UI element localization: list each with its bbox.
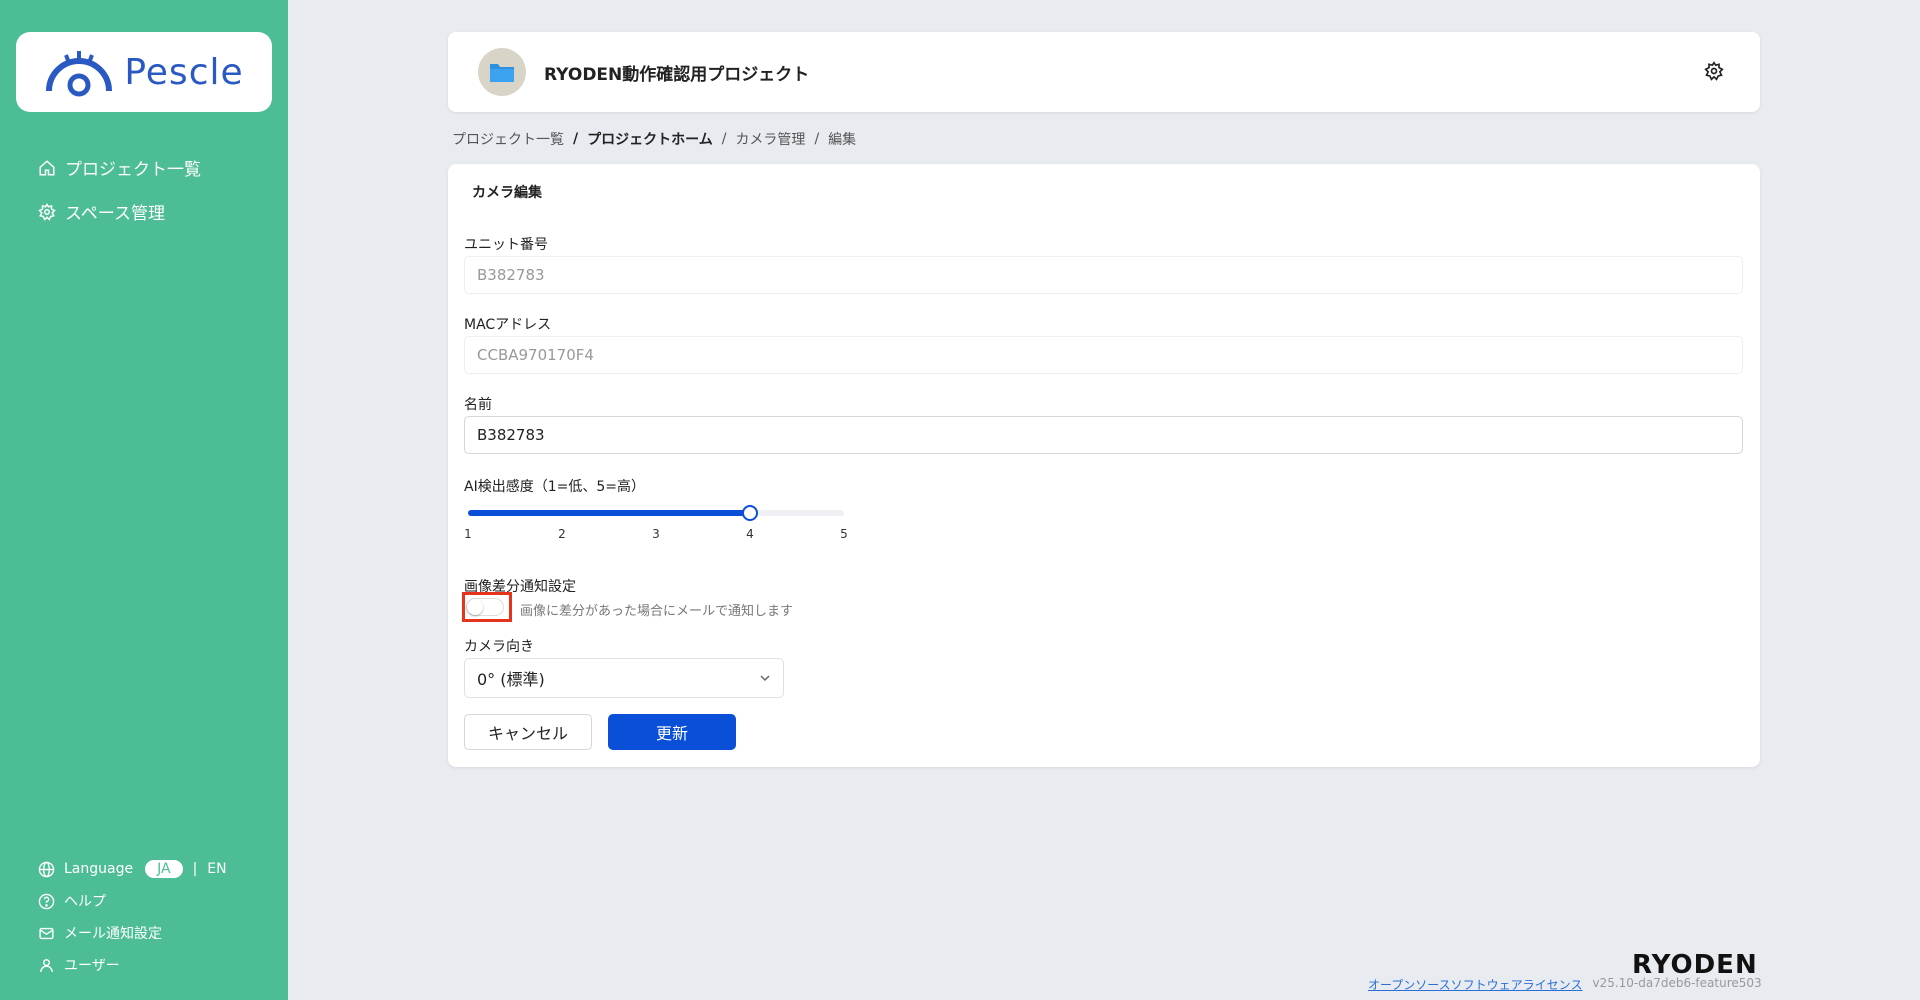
- slider-ticks: 1 2 3 4 5: [464, 527, 848, 543]
- version-text: v25.10-da7deb6-feature503: [1592, 976, 1762, 990]
- footer: オープンソースソフトウェアライセンス v25.10-da7deb6-featur…: [1368, 976, 1762, 993]
- cancel-button[interactable]: キャンセル: [464, 714, 592, 750]
- slider-thumb[interactable]: [742, 505, 758, 521]
- breadcrumb-camera-management[interactable]: カメラ管理: [735, 129, 805, 149]
- sidebar-item-label: プロジェクト一覧: [65, 160, 201, 180]
- unit-number-label: ユニット番号: [464, 237, 548, 253]
- globe-icon: [38, 861, 55, 877]
- toggle-knob: [467, 599, 483, 615]
- breadcrumb-edit: 編集: [828, 132, 857, 148]
- gear-icon: [1704, 61, 1724, 81]
- slider-tick: 1: [464, 527, 472, 541]
- sidebar-item-label: スペース管理: [65, 204, 165, 224]
- slider-tick: 3: [652, 527, 660, 541]
- camera-edit-form: カメラ編集 ユニット番号 MACアドレス 名前 AI検出感度（1=低、5=高） …: [448, 164, 1760, 767]
- sidebar-item-mail[interactable]: メール通知設定: [38, 923, 162, 943]
- form-title: カメラ編集: [472, 185, 542, 201]
- slider-fill: [468, 510, 750, 516]
- sidebar-item-label: メール通知設定: [64, 926, 162, 942]
- image-diff-description: 画像に差分があった場合にメールで通知します: [520, 604, 794, 619]
- orientation-selected-value: 0° (標準): [477, 670, 545, 689]
- update-button[interactable]: 更新: [608, 714, 736, 750]
- chevron-down-icon: [760, 675, 770, 682]
- project-title: RYODEN動作確認用プロジェクト: [544, 65, 810, 85]
- help-circle-icon: [38, 893, 55, 909]
- breadcrumb-project-home[interactable]: プロジェクトホーム: [587, 129, 713, 149]
- unit-number-input: [464, 256, 1743, 294]
- name-label: 名前: [464, 397, 492, 413]
- breadcrumb: プロジェクト一覧 / プロジェクトホーム / カメラ管理 / 編集: [452, 129, 856, 149]
- language-ja-button[interactable]: JA: [145, 860, 183, 878]
- mac-address-label: MACアドレス: [464, 317, 552, 333]
- slider-tick: 4: [746, 527, 754, 541]
- language-en-button[interactable]: EN: [207, 861, 226, 877]
- language-switcher: Language JA | EN: [38, 860, 227, 878]
- language-separator: |: [192, 861, 198, 877]
- sidebar-item-projects[interactable]: プロジェクト一覧: [38, 155, 201, 180]
- sidebar-item-label: ヘルプ: [64, 894, 106, 910]
- sidebar-item-label: ユーザー: [64, 958, 120, 974]
- project-avatar: [478, 48, 526, 96]
- sidebar-item-help[interactable]: ヘルプ: [38, 891, 106, 911]
- sensitivity-slider[interactable]: [468, 505, 844, 521]
- camera-orientation-label: カメラ向き: [464, 639, 534, 655]
- home-icon: [39, 159, 55, 175]
- folder-icon: [490, 64, 514, 82]
- logo-text: Pescle: [124, 51, 244, 93]
- pescle-logo[interactable]: Pescle: [16, 32, 272, 112]
- sidebar-item-user[interactable]: ユーザー: [38, 955, 120, 975]
- sidebar-item-space[interactable]: スペース管理: [38, 199, 165, 224]
- name-input[interactable]: [464, 416, 1743, 454]
- oss-license-link[interactable]: オープンソースソフトウェアライセンス: [1368, 976, 1582, 993]
- slider-tick: 5: [840, 527, 848, 541]
- eye-logo-icon: [46, 51, 113, 97]
- sensitivity-label: AI検出感度（1=低、5=高）: [464, 479, 645, 495]
- camera-orientation-select[interactable]: 0° (標準): [464, 658, 784, 698]
- project-settings-button[interactable]: [1704, 61, 1724, 85]
- breadcrumb-separator: /: [721, 131, 727, 147]
- user-icon: [40, 958, 53, 972]
- slider-tick: 2: [558, 527, 566, 541]
- breadcrumb-separator: /: [814, 131, 820, 147]
- sidebar: Pescle プロジェクト一覧 スペース管理 Language JA | EN …: [0, 0, 288, 1000]
- mail-icon: [39, 927, 54, 939]
- project-header: RYODEN動作確認用プロジェクト: [448, 32, 1760, 112]
- breadcrumb-projects[interactable]: プロジェクト一覧: [452, 129, 564, 149]
- mac-address-input: [464, 336, 1743, 374]
- language-label: Language: [64, 861, 134, 877]
- breadcrumb-separator: /: [573, 131, 579, 147]
- image-diff-toggle[interactable]: [466, 598, 504, 616]
- gear-icon: [38, 202, 56, 221]
